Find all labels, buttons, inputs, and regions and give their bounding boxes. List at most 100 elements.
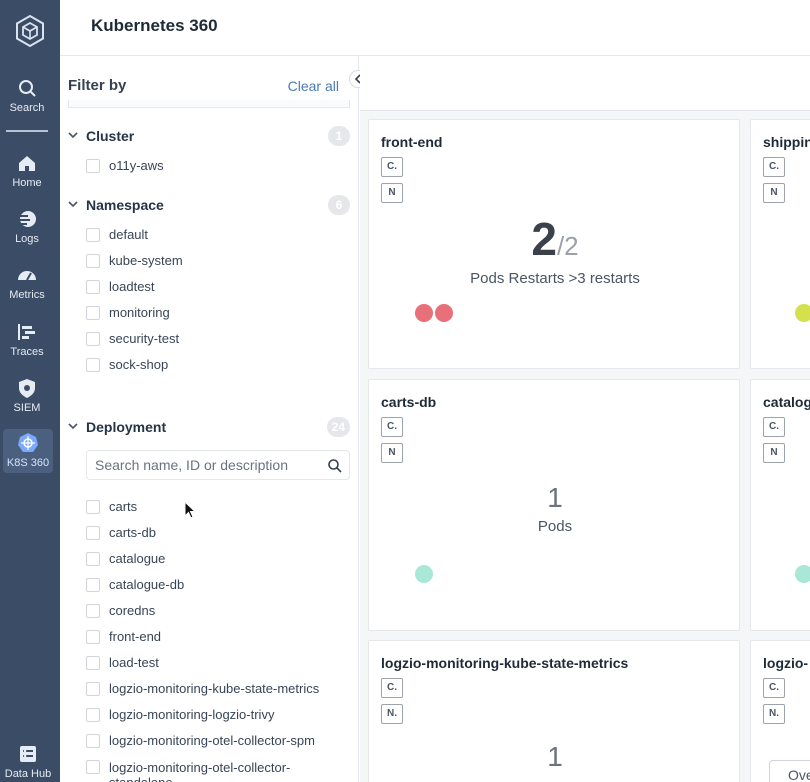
checkbox[interactable] bbox=[86, 159, 100, 173]
card-metric-label: Pods bbox=[537, 518, 573, 535]
namespace-tag[interactable]: N bbox=[381, 183, 403, 203]
checkbox[interactable] bbox=[86, 280, 100, 294]
deployment-option[interactable]: load-test bbox=[68, 650, 350, 676]
namespace-option[interactable]: kube-system bbox=[68, 248, 350, 274]
pod-restart-dot[interactable] bbox=[435, 304, 453, 322]
card-title: shippin bbox=[763, 134, 810, 150]
search-icon[interactable] bbox=[327, 458, 342, 473]
checkbox[interactable] bbox=[86, 682, 100, 696]
nav-siem[interactable]: SIEM bbox=[0, 377, 54, 414]
left-nav: Search Home Logs Metrics Traces SIEM K8S… bbox=[0, 0, 60, 782]
deployment-card[interactable]: front-end C. N 2/2 Pods Restarts >3 rest… bbox=[368, 119, 740, 369]
nav-search[interactable]: Search bbox=[0, 77, 54, 114]
namespace-option[interactable]: monitoring bbox=[68, 300, 350, 326]
pod-restart-dot[interactable] bbox=[415, 304, 433, 322]
deployment-option-label: logzio-monitoring-otel-collector-spm bbox=[109, 733, 315, 748]
checkbox[interactable] bbox=[86, 708, 100, 722]
deployment-option[interactable]: front-end bbox=[68, 624, 350, 650]
deployment-option[interactable]: carts-db bbox=[68, 520, 350, 546]
pod-dot[interactable] bbox=[795, 304, 810, 322]
pod-dot[interactable] bbox=[415, 565, 433, 583]
checkbox[interactable] bbox=[86, 552, 100, 566]
namespace-tag[interactable]: N. bbox=[381, 704, 403, 724]
namespace-section: Namespace 6 default kube-system loadtest… bbox=[68, 194, 350, 378]
cluster-tag[interactable]: C. bbox=[763, 678, 785, 698]
checkbox[interactable] bbox=[86, 254, 100, 268]
deployment-card[interactable]: catalog C. N bbox=[750, 379, 810, 631]
namespace-tag[interactable]: N bbox=[381, 443, 403, 463]
nav-metrics[interactable]: Metrics bbox=[0, 264, 54, 301]
deployment-option[interactable]: logzio-monitoring-logzio-trivy bbox=[68, 702, 350, 728]
nav-k8s-360-label: K8S 360 bbox=[6, 457, 50, 469]
cluster-tag[interactable]: C. bbox=[381, 157, 403, 177]
checkbox[interactable] bbox=[86, 734, 100, 748]
namespace-option-label: monitoring bbox=[109, 305, 170, 320]
checkbox[interactable] bbox=[86, 578, 100, 592]
nav-traces[interactable]: Traces bbox=[0, 321, 54, 358]
deployment-search-placeholder: Search name, ID or description bbox=[95, 457, 288, 473]
nav-home[interactable]: Home bbox=[0, 152, 54, 189]
namespace-option[interactable]: security-test bbox=[68, 326, 350, 352]
cluster-tag[interactable]: C. bbox=[381, 417, 403, 437]
checkbox[interactable] bbox=[86, 306, 100, 320]
overview-button[interactable]: Ove bbox=[769, 760, 810, 782]
namespace-option[interactable]: loadtest bbox=[68, 274, 350, 300]
namespace-tag[interactable]: N bbox=[763, 443, 785, 463]
checkbox[interactable] bbox=[86, 604, 100, 618]
namespace-section-header[interactable]: Namespace 6 bbox=[68, 194, 350, 216]
cluster-option[interactable]: o11y-aws bbox=[68, 153, 350, 179]
namespace-option[interactable]: sock-shop bbox=[68, 352, 350, 378]
checkbox[interactable] bbox=[86, 630, 100, 644]
cluster-section-header[interactable]: Cluster 1 bbox=[68, 125, 350, 147]
deployment-option-label: catalogue bbox=[109, 551, 166, 566]
content-toolbar bbox=[360, 56, 810, 111]
pod-dot[interactable] bbox=[795, 565, 810, 583]
page-title: Kubernetes 360 bbox=[91, 16, 218, 35]
checkbox[interactable] bbox=[86, 228, 100, 242]
nav-metrics-label: Metrics bbox=[9, 289, 45, 301]
checkbox[interactable] bbox=[86, 358, 100, 372]
logzio-logo-icon[interactable] bbox=[13, 14, 47, 48]
cluster-tag[interactable]: C. bbox=[381, 678, 403, 698]
checkbox[interactable] bbox=[86, 656, 100, 670]
namespace-option-label: loadtest bbox=[109, 279, 155, 294]
card-value-total: /2 bbox=[556, 231, 579, 261]
card-metric-label: Pods Restarts >3 restarts bbox=[470, 270, 640, 287]
deployment-search-input[interactable]: Search name, ID or description bbox=[86, 450, 350, 480]
card-value: 2/2 bbox=[369, 212, 739, 266]
chevron-down-icon bbox=[68, 132, 78, 139]
deployment-option[interactable]: coredns bbox=[68, 598, 350, 624]
traces-icon bbox=[18, 324, 35, 340]
checkbox[interactable] bbox=[86, 526, 100, 540]
namespace-tag[interactable]: N bbox=[763, 183, 785, 203]
clear-all-link[interactable]: Clear all bbox=[288, 78, 339, 94]
deployment-option[interactable]: catalogue-db bbox=[68, 572, 350, 598]
deployment-section-header[interactable]: Deployment 24 bbox=[68, 416, 350, 438]
deployment-card[interactable]: carts-db C. N 1 Pods bbox=[368, 379, 740, 631]
deployment-card[interactable]: logzio-monitoring-kube-state-metrics C. … bbox=[368, 640, 740, 782]
checkbox[interactable] bbox=[86, 760, 100, 774]
nav-search-label: Search bbox=[9, 102, 45, 114]
checkbox[interactable] bbox=[86, 332, 100, 346]
checkbox[interactable] bbox=[86, 500, 100, 514]
search-icon bbox=[19, 80, 36, 97]
namespace-tag[interactable]: N. bbox=[763, 704, 785, 724]
deployment-option[interactable]: carts bbox=[68, 494, 350, 520]
deployment-option[interactable]: catalogue bbox=[68, 546, 350, 572]
cluster-tag[interactable]: C. bbox=[763, 157, 785, 177]
deployment-option[interactable]: logzio-monitoring-otel-collector-spm bbox=[68, 728, 350, 754]
deployment-card[interactable]: shippin C. N bbox=[750, 119, 810, 369]
cluster-tag[interactable]: C. bbox=[763, 417, 785, 437]
namespace-option[interactable]: default bbox=[68, 222, 350, 248]
deployment-option[interactable]: logzio-monitoring-otel-collector-standal… bbox=[68, 754, 350, 782]
chevron-down-icon bbox=[68, 201, 78, 208]
cluster-count-badge: 1 bbox=[328, 126, 350, 146]
nav-data-hub[interactable]: Data Hub bbox=[0, 743, 56, 780]
cluster-option-label: o11y-aws bbox=[109, 158, 164, 173]
nav-logs[interactable]: Logs bbox=[0, 208, 54, 245]
deployment-option[interactable]: logzio-monitoring-kube-state-metrics bbox=[68, 676, 350, 702]
page-header: Kubernetes 360 bbox=[60, 0, 810, 56]
home-icon bbox=[19, 156, 35, 171]
nav-k8s-360[interactable]: K8S 360 bbox=[3, 429, 53, 473]
namespace-option-label: security-test bbox=[109, 331, 180, 346]
